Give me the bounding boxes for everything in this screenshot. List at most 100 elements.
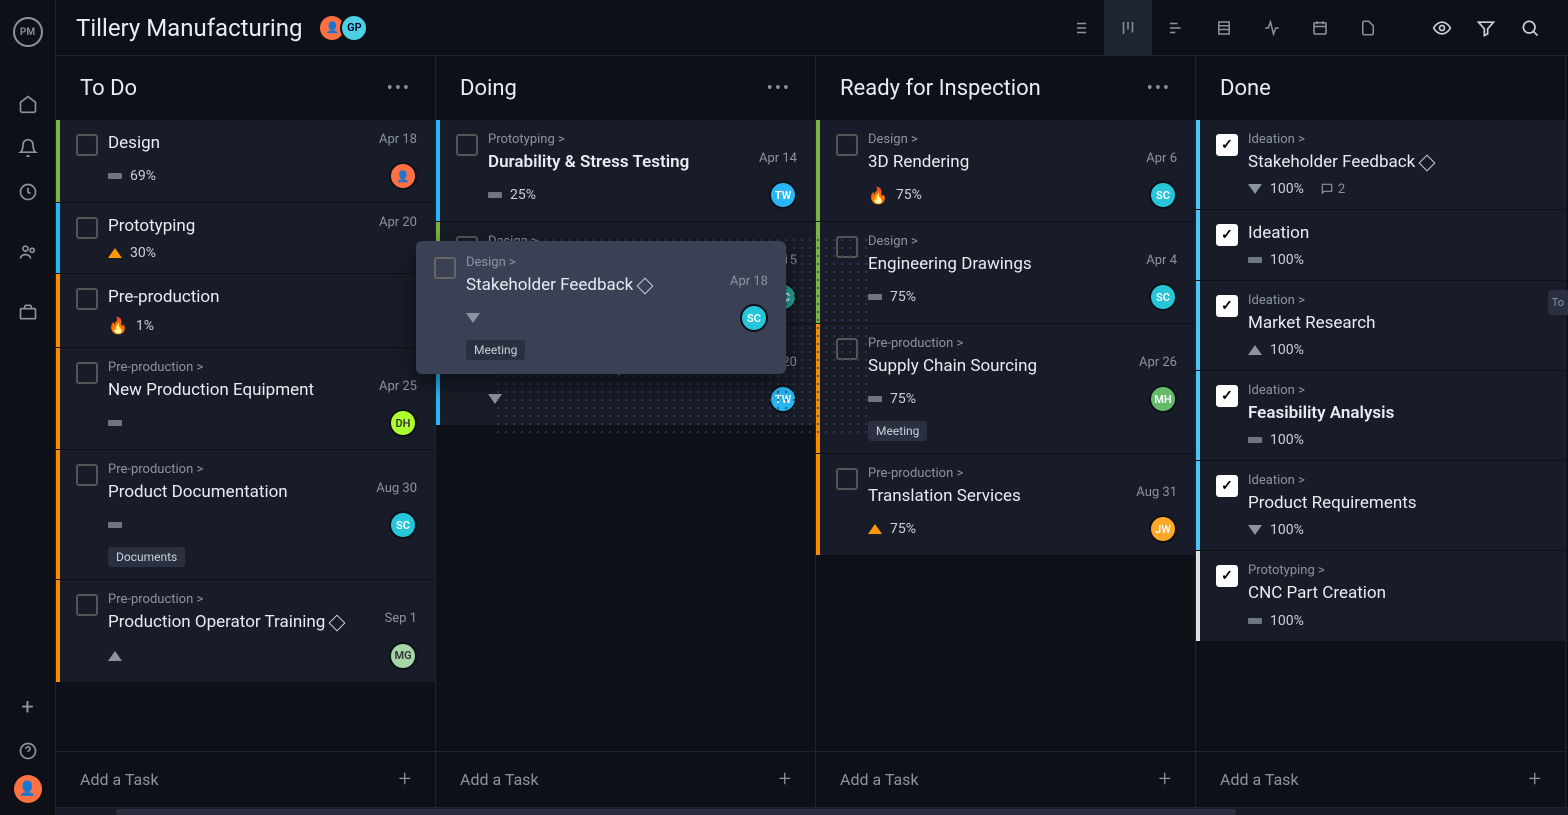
task-progress: 75%: [890, 391, 916, 407]
task-breadcrumb: Prototyping >: [1248, 563, 1547, 578]
board-view-icon[interactable]: [1104, 0, 1152, 56]
task-tag: Meeting: [466, 340, 525, 360]
assignee-avatar[interactable]: MH: [1149, 385, 1177, 413]
dragging-card[interactable]: Design > Stakeholder Feedback Apr 18 SC …: [416, 241, 786, 374]
filter-icon[interactable]: [1468, 10, 1504, 46]
calendar-view-icon[interactable]: [1296, 0, 1344, 56]
task-date: Aug 30: [376, 481, 417, 496]
task-breadcrumb: Design >: [466, 255, 768, 270]
task-checkbox[interactable]: [1216, 385, 1238, 407]
task-card[interactable]: Pre-production 🔥 1%: [56, 274, 435, 348]
task-card[interactable]: Ideation > Stakeholder Feedback 100% 2: [1196, 120, 1565, 210]
priority-up-icon: [108, 651, 122, 661]
team-icon[interactable]: [8, 232, 48, 272]
column-menu-icon[interactable]: •••: [1147, 78, 1171, 99]
task-checkbox[interactable]: [836, 468, 858, 490]
task-checkbox[interactable]: [76, 464, 98, 486]
home-icon[interactable]: [8, 84, 48, 124]
card-stripe: [1196, 281, 1200, 370]
task-breadcrumb: Pre-production >: [868, 466, 1177, 481]
column-menu-icon[interactable]: •••: [387, 78, 411, 99]
task-card[interactable]: Ideation 100%: [1196, 210, 1565, 281]
clock-icon[interactable]: [8, 172, 48, 212]
task-checkbox[interactable]: [1216, 295, 1238, 317]
add-task-button[interactable]: Add a Task+: [436, 751, 815, 807]
task-card[interactable]: Pre-production > Product Documentation A…: [56, 450, 435, 580]
task-checkbox[interactable]: [456, 134, 478, 156]
user-avatar[interactable]: 👤: [14, 775, 42, 803]
assignee-avatar[interactable]: SC: [1149, 181, 1177, 209]
task-card[interactable]: Prototyping > CNC Part Creation 100%: [1196, 551, 1565, 641]
task-card[interactable]: Design > Engineering Drawings Apr 4 75% …: [816, 222, 1195, 324]
assignee-avatar[interactable]: TW: [769, 181, 797, 209]
gantt-view-icon[interactable]: [1152, 0, 1200, 56]
task-card[interactable]: Design Apr 18 69% 👤: [56, 120, 435, 203]
task-checkbox[interactable]: [1216, 224, 1238, 246]
task-checkbox[interactable]: [1216, 565, 1238, 587]
assignee-avatar[interactable]: DH: [389, 409, 417, 437]
assignee-avatar[interactable]: MG: [389, 642, 417, 670]
task-card[interactable]: Prototyping > Durability & Stress Testin…: [436, 120, 815, 222]
add-task-button[interactable]: Add a Task+: [816, 751, 1195, 807]
add-task-button[interactable]: Add a Task+: [1196, 751, 1565, 807]
logo[interactable]: PM: [8, 12, 48, 52]
task-card[interactable]: Design > 3D Rendering Apr 6 🔥 75% SC: [816, 120, 1195, 222]
priority-flame-icon: 🔥: [868, 186, 888, 205]
topbar: Tillery Manufacturing 👤 GP: [56, 0, 1568, 56]
task-breadcrumb: Pre-production >: [868, 336, 1177, 351]
task-checkbox[interactable]: [76, 134, 98, 156]
list-view-icon[interactable]: [1056, 0, 1104, 56]
task-checkbox[interactable]: [76, 362, 98, 384]
column-title: Done: [1220, 76, 1271, 101]
task-checkbox[interactable]: [1216, 134, 1238, 156]
project-members[interactable]: 👤 GP: [318, 14, 368, 42]
task-checkbox[interactable]: [76, 217, 98, 239]
task-checkbox[interactable]: [836, 134, 858, 156]
task-date: Apr 26: [1139, 355, 1177, 370]
task-checkbox[interactable]: [76, 288, 98, 310]
bell-icon[interactable]: [8, 128, 48, 168]
task-checkbox[interactable]: [1216, 475, 1238, 497]
milestone-icon: [329, 614, 346, 631]
assignee-avatar[interactable]: SC: [740, 304, 768, 332]
task-card[interactable]: Pre-production > Supply Chain Sourcing A…: [816, 324, 1195, 454]
eye-icon[interactable]: [1424, 10, 1460, 46]
column-menu-icon[interactable]: •••: [767, 78, 791, 99]
card-stripe: [56, 120, 60, 202]
activity-view-icon[interactable]: [1248, 0, 1296, 56]
task-card[interactable]: Pre-production > Production Operator Tra…: [56, 580, 435, 682]
task-progress: 100%: [1270, 613, 1304, 629]
assignee-avatar[interactable]: 👤: [389, 162, 417, 190]
comments-count[interactable]: 2: [1320, 182, 1345, 197]
search-icon[interactable]: [1512, 10, 1548, 46]
sheet-view-icon[interactable]: [1200, 0, 1248, 56]
task-checkbox[interactable]: [76, 594, 98, 616]
priority-bar-icon: [108, 420, 122, 426]
task-breadcrumb: Ideation >: [1248, 383, 1547, 398]
task-card[interactable]: Pre-production > New Production Equipmen…: [56, 348, 435, 450]
help-icon[interactable]: [8, 731, 48, 771]
card-stripe: [816, 454, 820, 555]
briefcase-icon[interactable]: [8, 292, 48, 332]
priority-up-icon: [868, 524, 882, 534]
task-progress: 75%: [890, 521, 916, 537]
assignee-avatar[interactable]: JW: [1149, 515, 1177, 543]
task-title: CNC Part Creation: [1248, 582, 1386, 604]
task-card[interactable]: Prototyping Apr 20 30%: [56, 203, 435, 274]
task-title: Engineering Drawings: [868, 253, 1032, 275]
priority-bar-icon: [1248, 257, 1262, 263]
assignee-avatar[interactable]: SC: [389, 511, 417, 539]
task-breadcrumb: Pre-production >: [108, 360, 417, 375]
task-card[interactable]: Ideation > Product Requirements 100%: [1196, 461, 1565, 551]
collapse-toggle[interactable]: To: [1548, 290, 1568, 315]
horizontal-scrollbar[interactable]: [56, 807, 1568, 815]
task-card[interactable]: Ideation > Market Research 100%: [1196, 281, 1565, 371]
task-card[interactable]: Ideation > Feasibility Analysis 100%: [1196, 371, 1565, 461]
add-icon[interactable]: +: [8, 687, 48, 727]
assignee-avatar[interactable]: SC: [1149, 283, 1177, 311]
task-card[interactable]: Pre-production > Translation Services Au…: [816, 454, 1195, 556]
files-view-icon[interactable]: [1344, 0, 1392, 56]
task-checkbox[interactable]: [434, 257, 456, 279]
priority-down-icon: [466, 313, 480, 323]
add-task-button[interactable]: Add a Task+: [56, 751, 435, 807]
